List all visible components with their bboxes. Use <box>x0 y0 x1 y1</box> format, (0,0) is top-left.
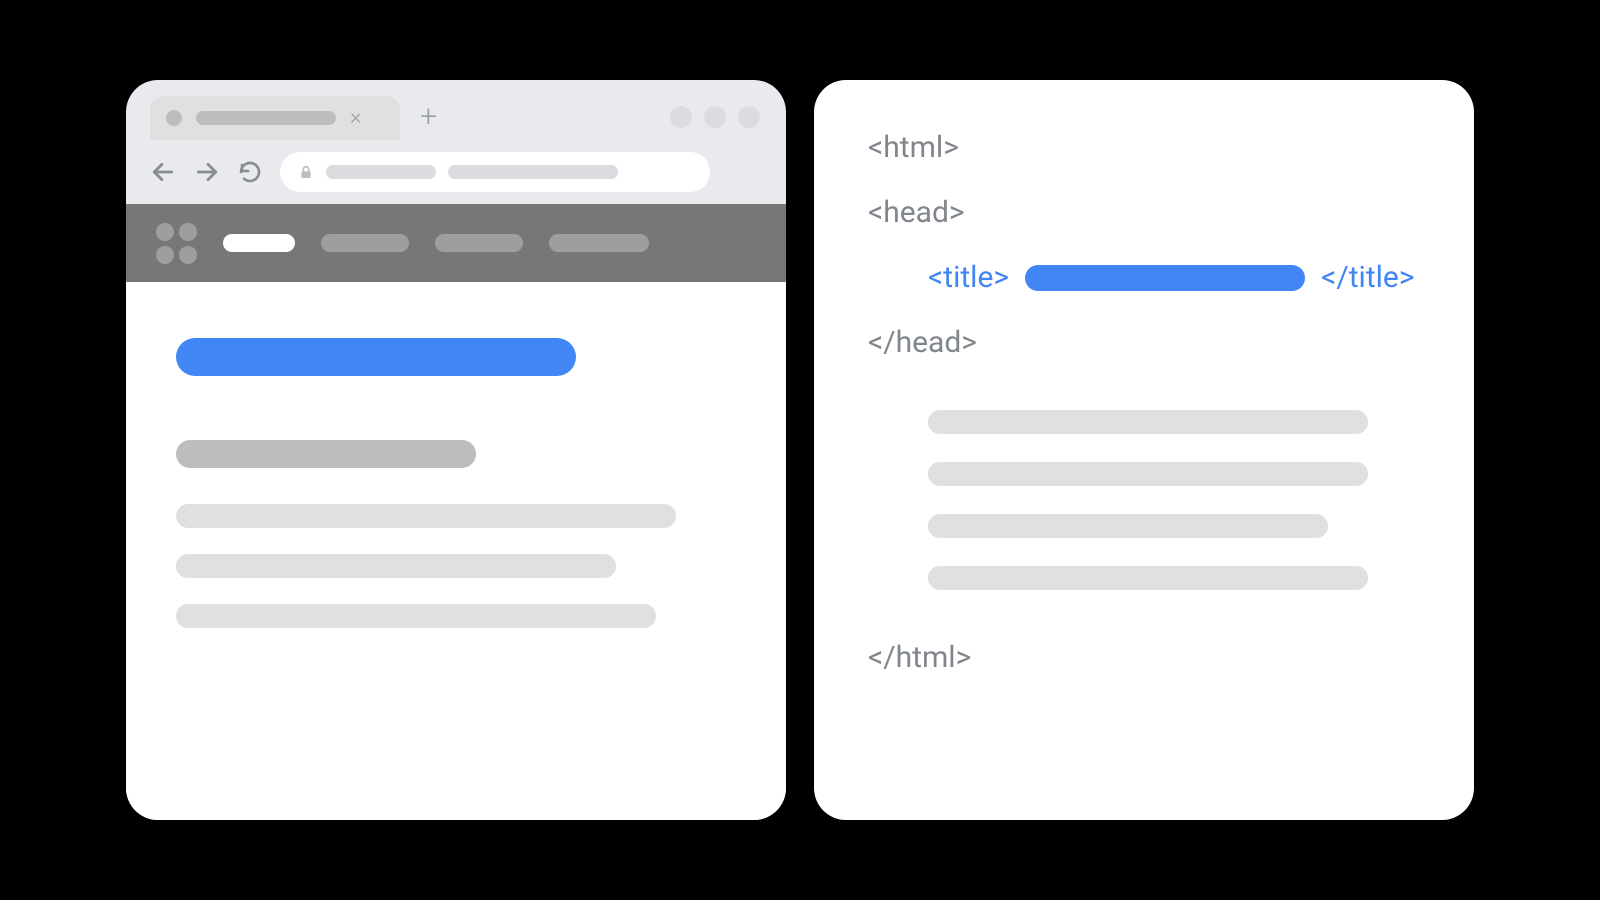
code-line-head-open: <head> <box>868 195 1420 230</box>
tab-strip: × + <box>126 80 786 140</box>
code-body-placeholder <box>928 410 1420 590</box>
new-tab-button[interactable]: + <box>400 99 453 140</box>
page-subtitle-placeholder <box>176 440 476 468</box>
code-panel: <html> <head> <title> </title> </head> <… <box>814 80 1474 820</box>
back-button[interactable] <box>150 159 176 185</box>
code-line-html-open: <html> <box>868 130 1420 165</box>
title-open-tag: <title> <box>928 260 1009 295</box>
window-control-dot[interactable] <box>670 106 692 128</box>
page-title-placeholder <box>176 338 576 376</box>
arrow-right-icon <box>194 159 220 185</box>
lock-icon <box>298 164 314 180</box>
code-line-head-close: </head> <box>868 325 1420 360</box>
title-close-tag: </title> <box>1321 260 1414 295</box>
window-control-dot[interactable] <box>738 106 760 128</box>
title-content-placeholder <box>1025 265 1305 291</box>
browser-toolbar <box>126 140 786 204</box>
close-tab-icon[interactable]: × <box>350 107 362 129</box>
nav-item[interactable] <box>435 234 523 252</box>
paragraph-line-placeholder <box>176 554 616 578</box>
forward-button[interactable] <box>194 159 220 185</box>
browser-panel: × + <box>126 80 786 820</box>
browser-tab[interactable]: × <box>150 96 400 140</box>
code-line-html-close: </html> <box>868 640 1420 675</box>
body-line-placeholder <box>928 410 1368 434</box>
paragraph-line-placeholder <box>176 504 676 528</box>
tab-title-placeholder <box>196 111 336 125</box>
nav-item[interactable] <box>549 234 649 252</box>
arrow-left-icon <box>150 159 176 185</box>
body-line-placeholder <box>928 514 1328 538</box>
paragraph-line-placeholder <box>176 604 656 628</box>
site-header <box>126 204 786 282</box>
nav-item[interactable] <box>321 234 409 252</box>
reload-icon <box>238 160 262 184</box>
site-logo-icon <box>156 223 197 264</box>
body-line-placeholder <box>928 566 1368 590</box>
favicon-placeholder-icon <box>166 110 182 126</box>
window-control-dot[interactable] <box>704 106 726 128</box>
nav-item-active[interactable] <box>223 234 295 252</box>
url-segment-placeholder <box>326 165 436 179</box>
code-line-title: <title> </title> <box>868 260 1420 295</box>
address-bar[interactable] <box>280 152 710 192</box>
window-controls <box>670 106 768 140</box>
url-segment-placeholder <box>448 165 618 179</box>
body-line-placeholder <box>928 462 1368 486</box>
page-content <box>126 282 786 820</box>
reload-button[interactable] <box>238 160 262 184</box>
